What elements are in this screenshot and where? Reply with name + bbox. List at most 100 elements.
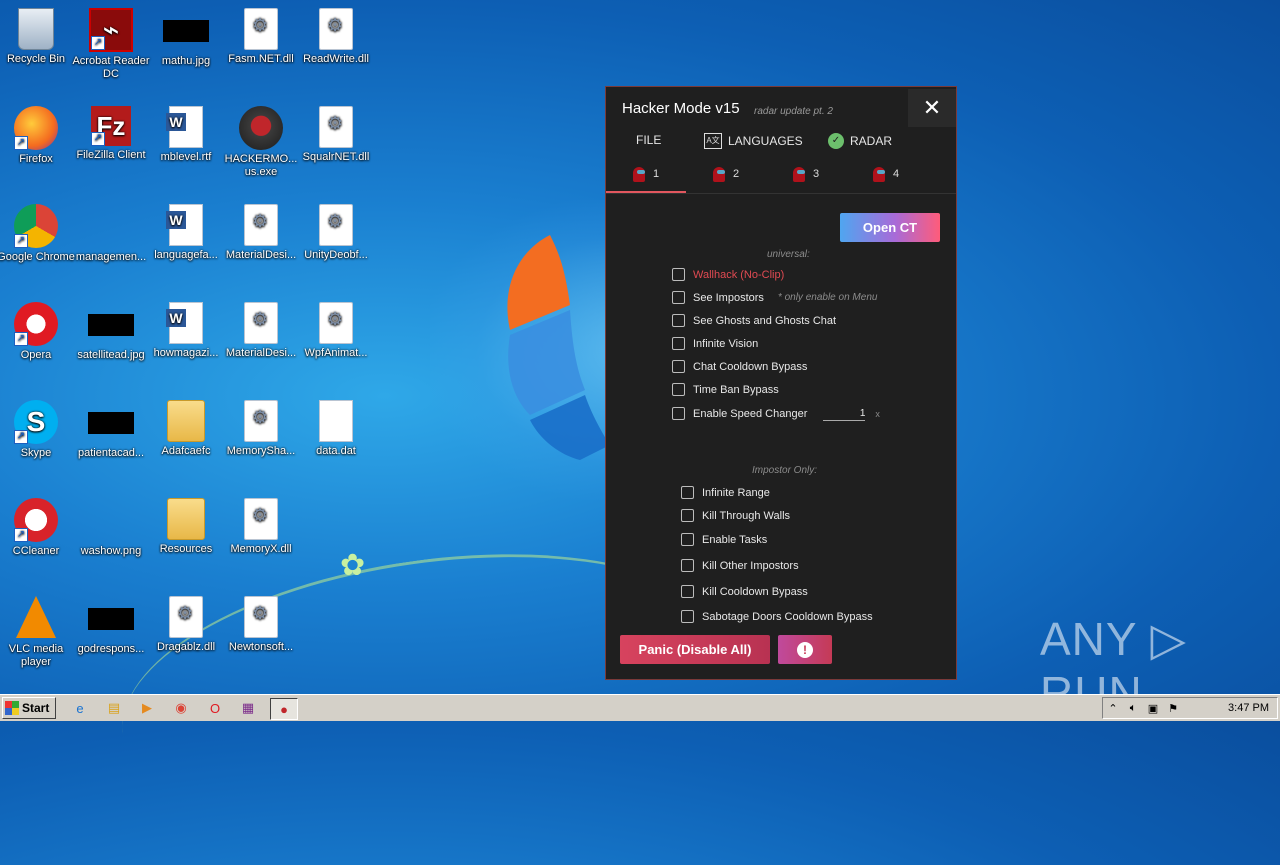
option-wallhack[interactable]: Wallhack (No-Clip) xyxy=(672,268,784,281)
speed-input[interactable] xyxy=(823,406,866,421)
desktop-icon-satellitead[interactable]: satellitead.jpg xyxy=(72,302,150,362)
vlc-icon xyxy=(16,596,56,638)
desktop-icon-mblevel[interactable]: mblevel.rtf xyxy=(147,106,225,164)
desktop-icon-recycle-bin[interactable]: Recycle Bin xyxy=(0,8,75,66)
menu-languages[interactable]: A文 LANGUAGES xyxy=(704,133,803,149)
desktop-icon-adafcaefc[interactable]: Adafcaefc xyxy=(147,400,225,458)
option-enable-tasks[interactable]: Enable Tasks xyxy=(681,533,767,546)
option-time-ban[interactable]: Time Ban Bypass xyxy=(672,383,779,396)
tab-4[interactable]: 4 xyxy=(846,157,926,191)
filezilla-icon: Fz ↗ xyxy=(91,106,131,146)
tab-1[interactable]: 1 xyxy=(606,157,686,193)
chrome-icon[interactable]: ◉ xyxy=(171,698,191,718)
ie-icon[interactable]: e xyxy=(70,698,90,718)
desktop-icon-vlc[interactable]: VLC media player xyxy=(0,596,75,669)
option-chat-cooldown[interactable]: Chat Cooldown Bypass xyxy=(672,360,807,373)
windows-logo-wallpaper xyxy=(507,235,610,460)
desktop-icon-ccleaner[interactable]: ↗ CCleaner xyxy=(0,498,75,558)
desktop-icon-memorysharp[interactable]: MemorySha... xyxy=(222,400,300,458)
desktop-icon-dragablz[interactable]: Dragablz.dll xyxy=(147,596,225,654)
media-player-icon[interactable]: ▶ xyxy=(137,698,157,718)
checkbox[interactable] xyxy=(672,314,685,327)
radar-icon: ✓ xyxy=(828,133,844,149)
alert-icon: ! xyxy=(797,641,813,658)
menu-radar[interactable]: ✓ RADAR xyxy=(828,133,892,149)
menu-languages-label: LANGUAGES xyxy=(728,134,803,148)
start-button[interactable]: Start xyxy=(2,697,56,719)
menu-file[interactable]: FILE xyxy=(636,133,661,147)
desktop-icon-unitydeobf[interactable]: UnityDeobf... xyxy=(297,204,375,262)
checkbox[interactable] xyxy=(672,407,685,420)
option-kill-cooldown[interactable]: Kill Cooldown Bypass xyxy=(681,585,808,598)
checkbox[interactable] xyxy=(672,268,685,281)
explorer-icon[interactable]: ▤ xyxy=(104,698,124,718)
desktop-icon-skype[interactable]: S ↗ Skype xyxy=(0,400,75,460)
checkbox[interactable] xyxy=(672,360,685,373)
desktop-icon-opera[interactable]: ↗ Opera xyxy=(0,302,75,362)
desktop-icon-squalrnet[interactable]: SqualrNET.dll xyxy=(297,106,375,164)
desktop-icon-acrobat[interactable]: ⌁ ↗ Acrobat Reader DC xyxy=(72,8,150,81)
exe-icon xyxy=(239,106,283,150)
checkbox[interactable] xyxy=(681,509,694,522)
tab-2[interactable]: 2 xyxy=(686,157,766,191)
desktop-icon-washow[interactable]: washow.png xyxy=(72,498,150,558)
option-kill-through-walls[interactable]: Kill Through Walls xyxy=(681,509,790,522)
option-infinite-range[interactable]: Infinite Range xyxy=(681,486,770,499)
checkbox[interactable] xyxy=(672,291,685,304)
close-button[interactable]: ✕ xyxy=(908,89,956,127)
desktop-icon-fasm-net[interactable]: Fasm.NET.dll xyxy=(222,8,300,66)
option-see-impostors[interactable]: See Impostors * only enable on Menu xyxy=(672,291,877,304)
opera-icon[interactable]: O xyxy=(205,698,225,718)
checkbox[interactable] xyxy=(672,337,685,350)
desktop-icon-howmagazi[interactable]: howmagazi... xyxy=(147,302,225,360)
desktop-icon-materialdesign-1[interactable]: MaterialDesi... xyxy=(222,204,300,262)
checkbox[interactable] xyxy=(681,533,694,546)
desktop-icon-management[interactable]: managemen... xyxy=(72,204,150,264)
desktop-icon-data-dat[interactable]: data.dat xyxy=(297,400,375,458)
desktop-icon-chrome[interactable]: ↗ Google Chrome xyxy=(0,204,75,264)
desktop-icon-godrespons[interactable]: godrespons... xyxy=(72,596,150,656)
folder-icon xyxy=(167,498,205,540)
desktop-icon-mathu[interactable]: mathu.jpg xyxy=(147,8,225,68)
option-see-ghosts[interactable]: See Ghosts and Ghosts Chat xyxy=(672,314,836,327)
network-icon[interactable]: ▣ xyxy=(1143,702,1163,715)
flag-icon[interactable]: ⚑ xyxy=(1163,702,1183,715)
hacker-mode-window: Hacker Mode v15 radar update pt. 2 ✕ FIL… xyxy=(605,86,957,680)
option-kill-other-impostors[interactable]: Kill Other Impostors xyxy=(681,559,799,572)
desktop-icon-hackermode-exe[interactable]: HACKERMO... us.exe xyxy=(222,106,300,179)
crewmate-icon xyxy=(632,166,645,182)
hackermode-icon[interactable]: ● xyxy=(270,698,298,720)
image-file-icon xyxy=(88,314,134,336)
volume-icon[interactable]: 🔈︎ xyxy=(1123,702,1143,715)
desktop-icon-wpfanimat[interactable]: WpfAnimat... xyxy=(297,302,375,360)
tray-expand-icon[interactable]: ⌃ xyxy=(1103,702,1123,715)
winrar-icon[interactable]: ▦ xyxy=(238,698,258,718)
checkbox[interactable] xyxy=(672,383,685,396)
option-sabotage-doors[interactable]: Sabotage Doors Cooldown Bypass xyxy=(681,610,873,623)
option-speed-changer[interactable]: Enable Speed Changer x xyxy=(672,406,880,421)
desktop-icon-readwrite[interactable]: ReadWrite.dll xyxy=(297,8,375,66)
checkbox[interactable] xyxy=(681,486,694,499)
start-label: Start xyxy=(22,701,50,715)
alert-button[interactable]: ! xyxy=(778,635,832,664)
dll-file-icon xyxy=(169,596,203,638)
close-icon: ✕ xyxy=(922,95,942,120)
clock[interactable]: 3:47 PM xyxy=(1228,702,1269,714)
desktop-icon-materialdesign-2[interactable]: MaterialDesi... xyxy=(222,302,300,360)
desktop-icon-memoryx[interactable]: MemoryX.dll xyxy=(222,498,300,556)
blank-file-icon xyxy=(319,400,353,442)
checkbox[interactable] xyxy=(681,610,694,623)
open-ct-button[interactable]: Open CT xyxy=(840,213,940,242)
desktop-icon-filezilla[interactable]: Fz ↗ FileZilla Client xyxy=(72,106,150,162)
tab-label: 2 xyxy=(732,168,740,180)
desktop-icon-patientacad[interactable]: patientacad... xyxy=(72,400,150,460)
desktop-icon-resources[interactable]: Resources xyxy=(147,498,225,556)
desktop-icon-firefox[interactable]: ↗ Firefox xyxy=(0,106,75,166)
tab-3[interactable]: 3 xyxy=(766,157,846,191)
desktop-icon-newtonsoft[interactable]: Newtonsoft... xyxy=(222,596,300,654)
option-infinite-vision[interactable]: Infinite Vision xyxy=(672,337,758,350)
checkbox[interactable] xyxy=(681,585,694,598)
panic-button[interactable]: Panic (Disable All) xyxy=(620,635,770,664)
desktop-icon-languagefa[interactable]: languagefa... xyxy=(147,204,225,262)
checkbox[interactable] xyxy=(681,559,694,572)
